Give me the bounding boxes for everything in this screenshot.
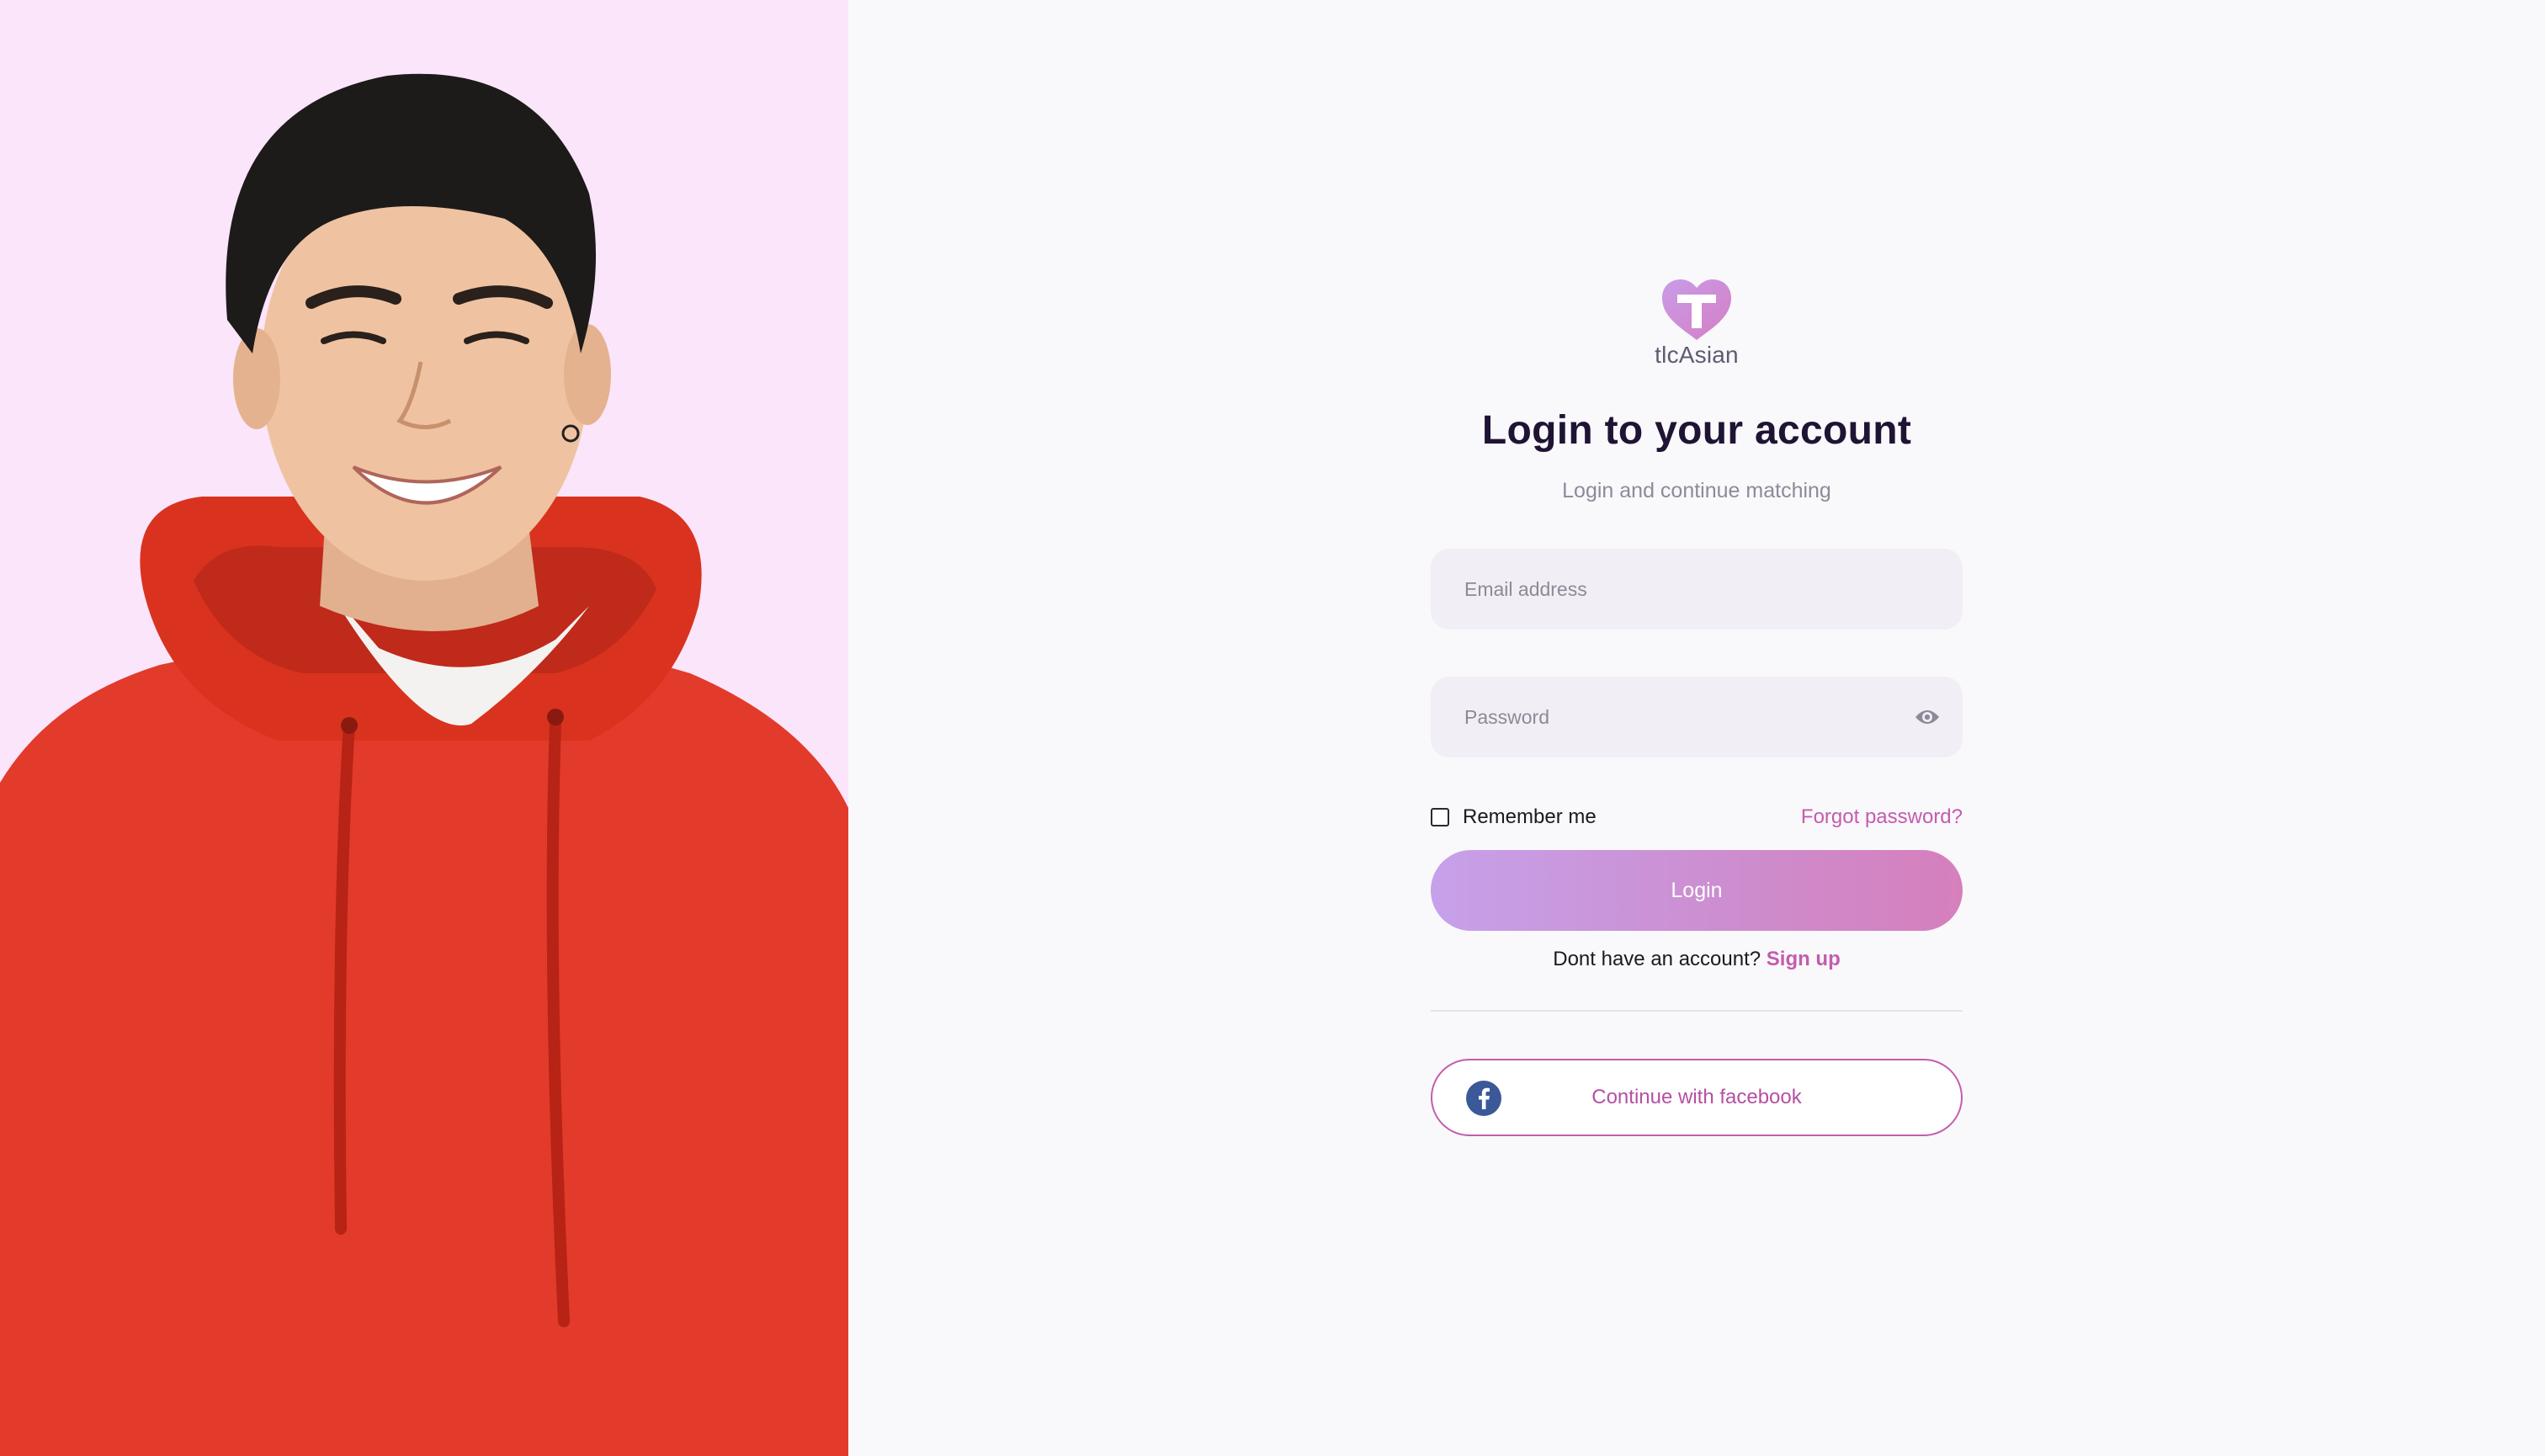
signup-prompt: Dont have an account?	[1553, 948, 1761, 970]
brand-name: tlcAsian	[1655, 342, 1739, 368]
password-field-container	[1431, 677, 1963, 757]
login-panel: tlcAsian Login to your account Login and…	[848, 0, 2545, 1456]
heart-t-logo-icon	[1662, 279, 1731, 340]
remember-me: Remember me	[1431, 805, 1597, 829]
login-page: tlcAsian Login to your account Login and…	[0, 0, 2545, 1456]
login-button[interactable]: Login	[1431, 850, 1963, 931]
password-input[interactable]	[1431, 677, 1963, 757]
eye-icon[interactable]	[1914, 705, 1941, 729]
brand-logo: tlcAsian	[1431, 278, 1963, 369]
hero-illustration	[0, 0, 848, 1456]
facebook-login-label: Continue with facebook	[1591, 1086, 1802, 1108]
signup-link[interactable]: Sign up	[1767, 948, 1841, 970]
remember-me-label[interactable]: Remember me	[1463, 805, 1597, 829]
page-subtitle: Login and continue matching	[1562, 479, 1831, 502]
hero-photo	[0, 0, 848, 1456]
page-title: Login to your account	[1481, 408, 1912, 453]
login-form: tlcAsian Login to your account Login and…	[1431, 278, 1963, 1136]
login-options-row: Remember me Forgot password?	[1431, 805, 1963, 830]
email-input[interactable]	[1431, 549, 1963, 630]
divider	[1431, 1010, 1963, 1012]
remember-me-checkbox[interactable]	[1431, 808, 1449, 826]
email-field-container	[1431, 549, 1963, 630]
facebook-login-button[interactable]: Continue with facebook	[1431, 1059, 1963, 1136]
signup-row: Dont have an account? Sign up	[1431, 948, 1963, 971]
forgot-password-link[interactable]: Forgot password?	[1801, 805, 1963, 829]
facebook-icon	[1466, 1081, 1501, 1116]
